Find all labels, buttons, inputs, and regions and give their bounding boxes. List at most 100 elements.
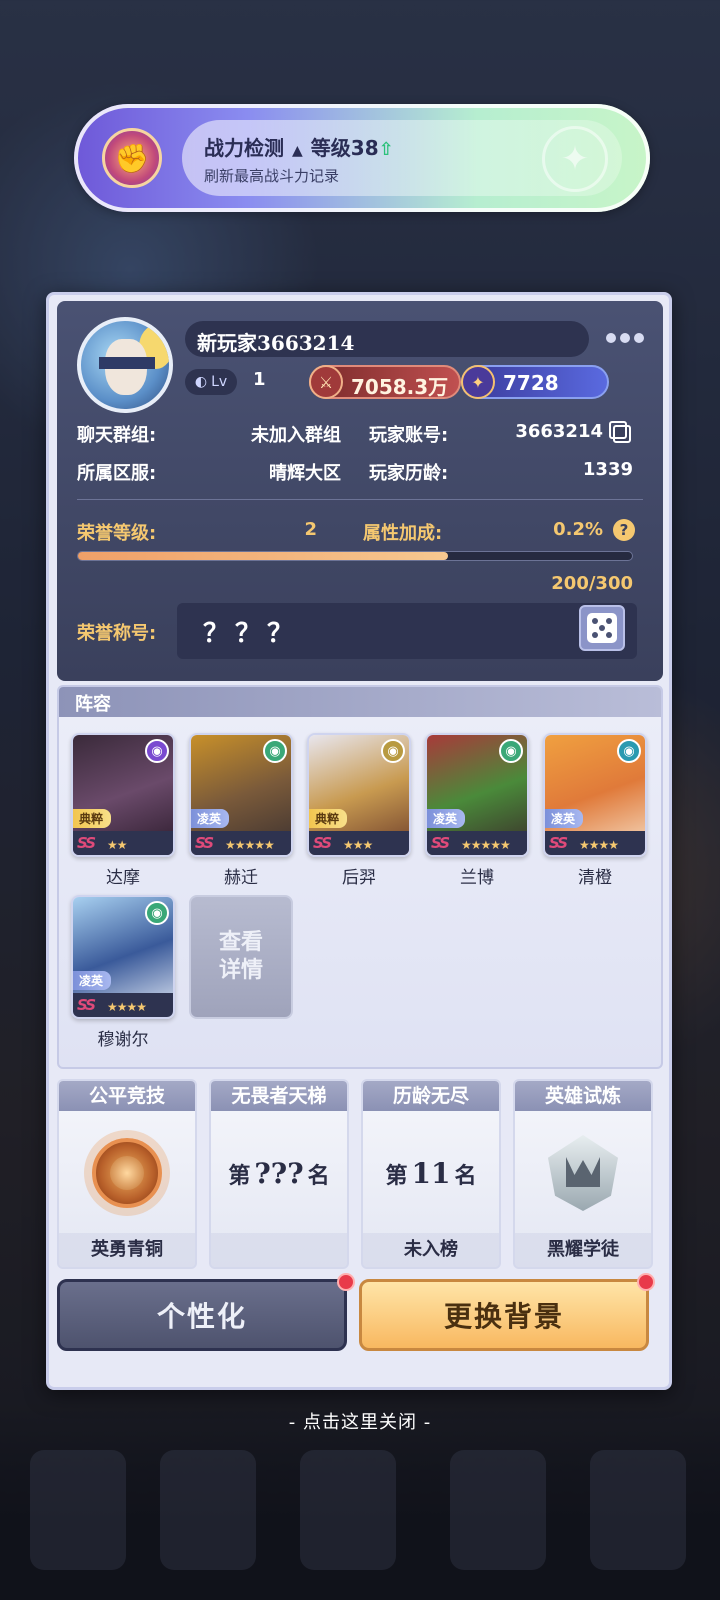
rank-title: 公平竞技 <box>59 1081 195 1111</box>
rank-endless-age[interactable]: 历龄无尽 第 11 名 未入榜 <box>361 1079 501 1269</box>
lineup-title: 阵容 <box>75 694 111 715</box>
rank-tier: 英勇青铜 <box>59 1233 195 1267</box>
hero-slot-6[interactable]: ◉ 凌英 SS ★★★★ 穆谢尔 <box>71 895 175 1050</box>
hero-footer: SS ★★★ <box>309 831 409 855</box>
hero-card: ◉ 凌英 SS ★★★★★ <box>189 733 293 857</box>
hero-card: ◉ 典粹 SS ★★★ <box>307 733 411 857</box>
honor-title-label: 荣誉称号: <box>77 623 157 644</box>
hero-name: 清橙 <box>578 868 612 888</box>
power-check-toast[interactable]: ✊ 战力检测 ▲ 等级38⇧ 刷新最高战斗力记录 ✦ <box>74 104 650 212</box>
avatar[interactable] <box>77 317 173 413</box>
notification-dot <box>337 1273 355 1291</box>
more-options-button[interactable] <box>603 323 647 353</box>
hero-footer: SS ★★★★★ <box>427 831 527 855</box>
arrow-up-icon: ⇧ <box>378 139 394 160</box>
gem-count-value: 7728 <box>503 371 559 395</box>
dot-icon <box>620 333 630 343</box>
toast-title: 战力检测 ▲ 等级38⇧ <box>204 132 394 161</box>
combat-power: ⚔ 7058.3万 <box>309 365 461 399</box>
toast-title-text: 战力检测 <box>204 136 284 160</box>
hero-slot-5[interactable]: ◉ 凌英 SS ★★★★ 清橙 <box>543 733 647 888</box>
hero-name: 穆谢尔 <box>97 1030 149 1050</box>
copy-icon[interactable] <box>609 421 631 443</box>
rarity-badge: SS <box>77 834 96 852</box>
rank-position: 第??? 名 <box>228 1157 329 1190</box>
server-value: 晴辉大区 <box>269 463 341 484</box>
honor-title-value: ？？？ <box>203 619 300 649</box>
chat-group-value: 未加入群组 <box>251 425 341 446</box>
profile-section: 新玩家3663214 ◐ Lv 1 ⚔ 7058.3万 ✦ 7728 聊天群组: … <box>57 301 663 681</box>
element-icon: ◉ <box>381 739 405 763</box>
hero-name: 赫迁 <box>224 868 258 888</box>
account-value: 3663214 <box>515 421 603 442</box>
element-icon: ◉ <box>617 739 641 763</box>
honor-progress-bar <box>77 551 633 561</box>
dot-icon <box>634 333 644 343</box>
toast-subtitle: 刷新最高战斗力记录 <box>204 167 340 185</box>
hero-slot-1[interactable]: ◉ 典粹 SS ★★ 达摩 <box>71 733 175 888</box>
hero-footer: SS ★★ <box>73 831 173 855</box>
account-label: 玩家账号: <box>369 425 449 446</box>
change-background-button[interactable]: 更换背景 <box>359 1279 649 1351</box>
dice-icon <box>587 613 617 643</box>
star-gem-icon: ✦ <box>461 365 495 399</box>
player-info-panel: 新玩家3663214 ◐ Lv 1 ⚔ 7058.3万 ✦ 7728 聊天群组: … <box>46 292 672 1390</box>
hero-tag: 凌英 <box>427 809 466 828</box>
hero-slot-4[interactable]: ◉ 凌英 SS ★★★★★ 兰博 <box>425 733 529 888</box>
random-dice-button[interactable] <box>579 605 625 651</box>
hero-slot-2[interactable]: ◉ 凌英 SS ★★★★★ 赫迁 <box>189 733 293 888</box>
rarity-badge: SS <box>77 996 96 1014</box>
player-level: 1 <box>253 369 266 390</box>
hero-tag: 典粹 <box>309 809 348 828</box>
rank-position: 第 11 名 <box>386 1157 477 1190</box>
rarity-badge: SS <box>431 834 450 852</box>
chat-group-label: 聊天群组: <box>77 425 157 446</box>
element-icon: ◉ <box>263 739 287 763</box>
hero-card: ◉ 凌英 SS ★★★★ <box>543 733 647 857</box>
rank-title: 无畏者天梯 <box>211 1081 347 1111</box>
rank-suffix: 名 <box>454 1162 477 1189</box>
level-badge: ◐ Lv <box>185 369 237 395</box>
hero-footer: SS ★★★★ <box>73 993 173 1017</box>
divider <box>77 499 643 500</box>
rank-tier: 黑耀学徒 <box>515 1233 651 1267</box>
hero-stars: ★★ <box>107 838 127 852</box>
hero-footer: SS ★★★★★ <box>191 831 291 855</box>
rank-body <box>515 1111 651 1235</box>
toast-level-text: 等级38 <box>310 136 379 160</box>
player-age-label: 玩家历龄: <box>369 463 449 484</box>
avatar-blindfold <box>99 357 155 369</box>
hero-stars: ★★★★★ <box>225 838 275 852</box>
hero-card: ◉ 凌英 SS ★★★★★ <box>425 733 529 857</box>
hero-stars: ★★★★ <box>579 838 619 852</box>
rarity-badge: SS <box>195 834 214 852</box>
notification-dot <box>637 1273 655 1291</box>
rank-value: ??? <box>254 1156 304 1190</box>
rank-hero-trial[interactable]: 英雄试炼 黑耀学徒 <box>513 1079 653 1269</box>
hero-slot-3[interactable]: ◉ 典粹 SS ★★★ 后羿 <box>307 733 411 888</box>
combat-power-value: 7058.3万 <box>351 375 449 399</box>
rank-tier <box>211 1233 347 1267</box>
rarity-badge: SS <box>313 834 332 852</box>
rank-title: 历龄无尽 <box>363 1081 499 1111</box>
close-hint[interactable]: - 点击这里关闭 - <box>0 1408 720 1434</box>
triangle-up-icon: ▲ <box>292 143 303 159</box>
personalize-button[interactable]: 个性化 <box>57 1279 347 1351</box>
honor-level-label: 荣誉等级: <box>77 523 157 544</box>
view-details-button[interactable]: 查看 详情 <box>189 895 293 1019</box>
help-icon[interactable]: ? <box>613 519 635 541</box>
honor-progress-text: 200/300 <box>551 573 633 594</box>
rank-fearless-ladder[interactable]: 无畏者天梯 第??? 名 <box>209 1079 349 1269</box>
hero-stars: ★★★★★ <box>461 838 511 852</box>
player-name-bar: 新玩家3663214 <box>185 321 589 357</box>
rank-tier: 未入榜 <box>363 1233 499 1267</box>
element-icon: ◉ <box>145 901 169 925</box>
view-details-label: 查看 详情 <box>218 930 263 983</box>
hero-stars: ★★★★ <box>107 1000 147 1014</box>
server-label: 所属区服: <box>77 463 157 484</box>
player-name: 新玩家3663214 <box>197 331 355 355</box>
hero-footer: SS ★★★★ <box>545 831 645 855</box>
rank-suffix: 名 <box>307 1162 330 1189</box>
attribute-bonus-value: 0.2% <box>553 519 603 540</box>
rank-fair-arena[interactable]: 公平竞技 英勇青铜 <box>57 1079 197 1269</box>
